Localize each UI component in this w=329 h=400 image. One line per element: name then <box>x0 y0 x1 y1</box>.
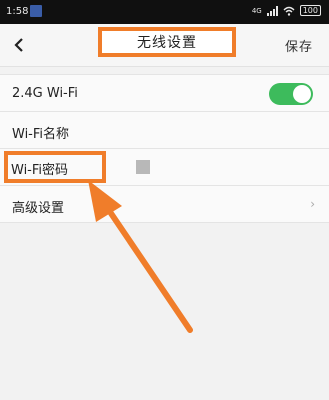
save-button[interactable]: 保存 <box>285 36 313 55</box>
nav-bar: 无线设置 保存 <box>0 24 329 67</box>
toggle-knob <box>293 85 311 103</box>
wifi-password-row[interactable]: Wi-Fi密码 <box>0 149 329 186</box>
band-row: 2.4G Wi-Fi <box>0 75 329 112</box>
status-bar: 1:58 4G 100 <box>0 0 329 24</box>
wifi-icon <box>283 6 295 16</box>
password-value-field[interactable] <box>136 160 150 174</box>
chevron-left-icon <box>14 38 23 52</box>
notification-icon <box>30 5 42 17</box>
wifi-name-label: Wi-Fi名称 <box>12 127 70 142</box>
signal-icon <box>266 5 278 16</box>
status-indicators: 4G 100 <box>252 5 321 16</box>
settings-list: 2.4G Wi-Fi Wi-Fi名称 Wi-Fi密码 高级设置 › <box>0 74 329 223</box>
advanced-label: 高级设置 <box>12 201 65 216</box>
wifi-name-row[interactable]: Wi-Fi名称 <box>0 112 329 149</box>
band-toggle[interactable] <box>269 83 313 105</box>
battery-icon: 100 <box>299 5 321 16</box>
back-button[interactable] <box>8 33 30 57</box>
status-time: 1:58 <box>6 6 29 17</box>
network-type-label: 4G <box>251 6 262 15</box>
band-label: 2.4G Wi-Fi <box>12 86 78 101</box>
advanced-row[interactable]: 高级设置 › <box>0 186 329 223</box>
page-title: 无线设置 <box>137 35 197 51</box>
title-highlight-box: 无线设置 <box>98 27 236 57</box>
wifi-password-label: Wi-Fi密码 <box>11 163 69 178</box>
chevron-right-icon: › <box>310 197 315 211</box>
